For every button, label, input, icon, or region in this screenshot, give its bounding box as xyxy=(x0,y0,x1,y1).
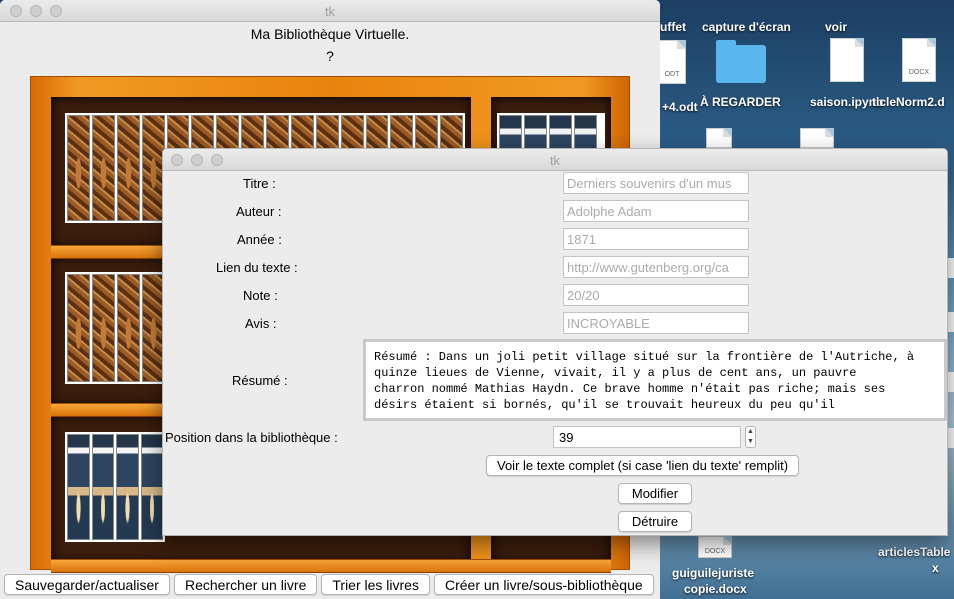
desktop-label[interactable]: guiguilejuriste xyxy=(672,566,754,580)
create-book-button[interactable]: Créer un livre/sous-bibliothèque xyxy=(433,574,654,595)
doc-type-tag: DOCX xyxy=(908,69,930,76)
search-book-button[interactable]: Rechercher un livre xyxy=(173,574,318,595)
review-label: Avis : xyxy=(245,316,277,331)
title-field[interactable] xyxy=(563,172,749,194)
book-spine[interactable] xyxy=(140,434,163,540)
sort-books-button[interactable]: Trier les livres xyxy=(321,574,430,595)
modify-button[interactable]: Modifier xyxy=(618,483,692,504)
doc-type-tag: ODT xyxy=(664,71,680,78)
document-icon[interactable] xyxy=(830,38,864,82)
desktop-label[interactable]: copie.docx xyxy=(684,582,747,596)
toolbar: Sauvegarder/actualiser Rechercher un liv… xyxy=(0,574,660,599)
save-button[interactable]: Sauvegarder/actualiser xyxy=(4,574,170,595)
link-field[interactable] xyxy=(563,256,749,278)
book-spine[interactable] xyxy=(117,274,140,382)
question-mark[interactable]: ? xyxy=(0,48,660,64)
author-field[interactable] xyxy=(563,200,749,222)
document-icon[interactable]: DOCX xyxy=(902,38,936,82)
desktop-label[interactable]: capture d'écran xyxy=(702,20,791,34)
summary-line: Résumé : Dans un joli petit village situ… xyxy=(374,350,915,364)
title-label: Titre : xyxy=(243,176,276,191)
book-spine[interactable] xyxy=(67,434,90,540)
shelf-board xyxy=(51,559,611,573)
window-titlebar[interactable]: tk xyxy=(0,0,660,22)
book-row xyxy=(65,272,175,384)
window-title: tk xyxy=(549,153,561,168)
summary-line: charron nommé Mathias Haydn. Ce brave ho… xyxy=(374,382,886,396)
desktop-label[interactable]: uffet xyxy=(660,20,686,34)
desktop-label[interactable]: À REGARDER xyxy=(700,95,781,109)
summary-line: quinze lieues de Vienne, vivait, il y a … xyxy=(374,366,857,380)
review-field[interactable] xyxy=(563,312,749,334)
desktop-label[interactable]: voir xyxy=(825,20,847,34)
book-spine[interactable] xyxy=(116,434,139,540)
book-spine[interactable] xyxy=(91,434,114,540)
document-icon[interactable]: ODT xyxy=(658,40,686,84)
desktop-label[interactable]: +4.odt xyxy=(662,100,698,114)
page-title: Ma Bibliothèque Virtuelle. xyxy=(250,26,410,42)
desktop-label[interactable]: x xyxy=(932,561,939,575)
desktop-label[interactable]: ticleNorm2.d xyxy=(872,95,945,109)
book-spine[interactable] xyxy=(67,274,90,382)
book-row xyxy=(65,432,165,542)
book-spine[interactable] xyxy=(92,274,115,382)
grade-label: Note : xyxy=(243,288,278,303)
book-spine[interactable] xyxy=(67,115,90,221)
book-detail-window: tk Titre : Auteur : Année : Lien du text… xyxy=(162,148,948,536)
book-spine[interactable] xyxy=(116,115,140,221)
destroy-button[interactable]: Détruire xyxy=(618,511,692,532)
position-spinbox[interactable] xyxy=(553,426,741,448)
year-label: Année : xyxy=(237,232,282,247)
document-icon[interactable] xyxy=(800,128,834,148)
view-full-text-button[interactable]: Voir le texte complet (si case 'lien du … xyxy=(486,455,800,476)
document-icon[interactable]: DOCX xyxy=(698,536,732,558)
stepper-arrows-icon[interactable]: ▲ ▼ xyxy=(745,426,756,448)
desktop-label[interactable]: articlesTable xyxy=(878,545,950,559)
summary-textarea[interactable]: Résumé : Dans un joli petit village situ… xyxy=(363,339,947,421)
doc-type-tag: DOCX xyxy=(704,548,726,555)
year-field[interactable] xyxy=(563,228,749,250)
summary-line: désirs étaient si bornés, qu'il se trouv… xyxy=(374,398,835,412)
position-label: Position dans la bibliothèque : xyxy=(165,430,338,445)
link-label: Lien du texte : xyxy=(216,260,298,275)
window-title: tk xyxy=(324,4,336,19)
document-icon[interactable] xyxy=(706,128,732,148)
summary-label: Résumé : xyxy=(232,373,288,388)
book-spine[interactable] xyxy=(91,115,115,221)
author-label: Auteur : xyxy=(236,204,282,219)
folder-icon[interactable] xyxy=(716,40,766,83)
grade-field[interactable] xyxy=(563,284,749,306)
window-titlebar[interactable]: tk xyxy=(163,149,947,171)
